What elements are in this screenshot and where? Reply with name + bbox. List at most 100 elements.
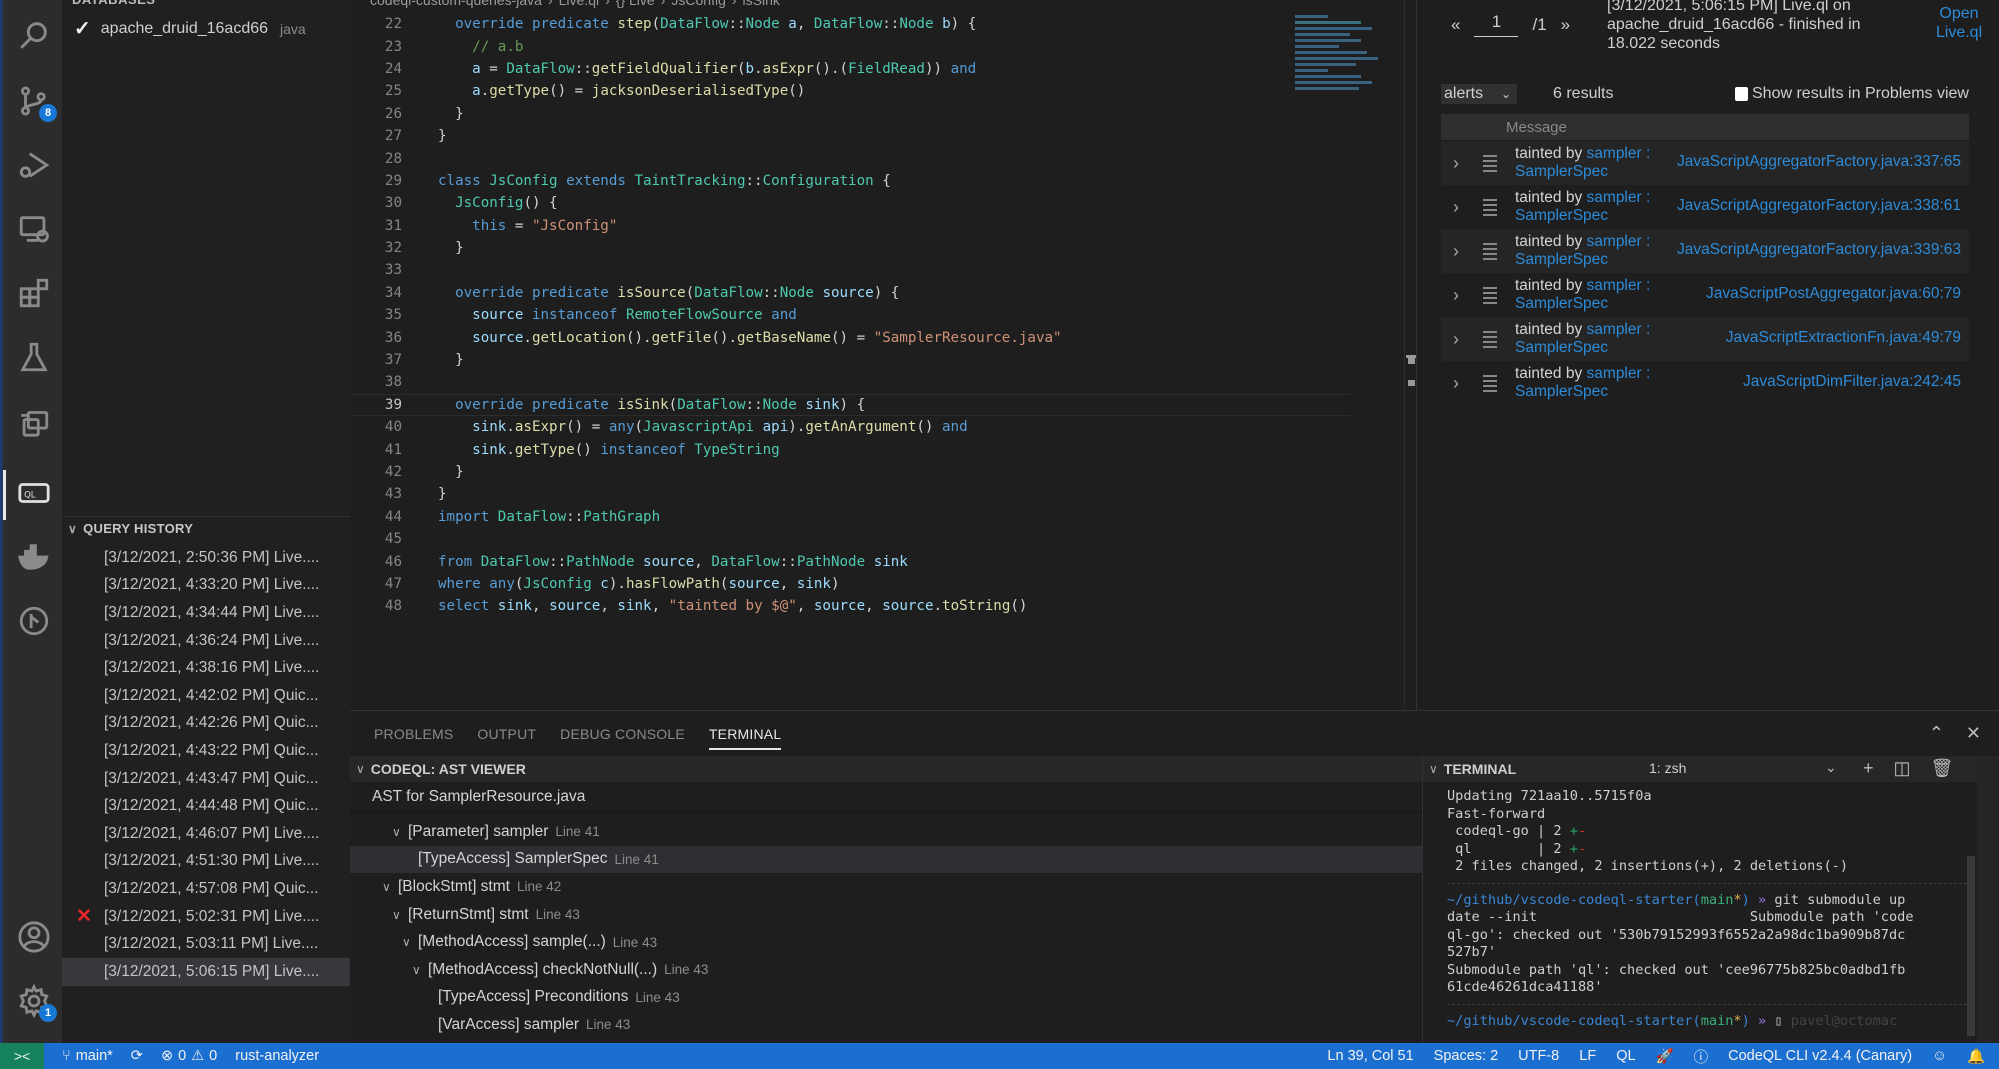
expand-chevron-icon[interactable]: › xyxy=(1445,329,1467,350)
expand-chevron-icon[interactable]: › xyxy=(1445,197,1467,218)
new-terminal-icon[interactable]: + xyxy=(1863,758,1874,779)
code-line[interactable]: 37 } xyxy=(350,349,1350,371)
gitlens-icon[interactable] xyxy=(15,602,53,640)
testing-flask-icon[interactable] xyxy=(15,338,53,376)
rocket-icon[interactable]: 🚀 xyxy=(1656,1048,1674,1065)
terminal-output[interactable]: Updating 721aa10..5715f0a Fast-forward c… xyxy=(1423,782,1999,1030)
code-line[interactable]: 23 // a.b xyxy=(350,35,1350,57)
account-icon[interactable] xyxy=(15,918,53,956)
tab-debug-console[interactable]: DEBUG CONSOLE xyxy=(560,711,685,756)
query-history-item[interactable]: [3/12/2021, 5:06:15 PM] Live.... xyxy=(62,957,350,986)
database-item[interactable]: ✓ apache_druid_16acd66 java xyxy=(74,16,306,41)
split-terminal-icon[interactable]: ◫ xyxy=(1894,758,1911,779)
expand-chevron-icon[interactable]: › xyxy=(1445,285,1467,306)
breadcrumb-item[interactable]: isSink xyxy=(743,0,780,8)
query-history-item[interactable]: [3/12/2021, 4:33:20 PM] Live.... xyxy=(62,572,350,600)
result-row[interactable]: › tainted by sampler : SamplerSpec JavaScr… xyxy=(1441,273,1969,317)
ast-viewer-header[interactable]: ∨ CODEQL: AST VIEWER xyxy=(350,756,1422,782)
chevron-down-icon[interactable]: ∨ xyxy=(402,935,418,949)
code-line[interactable]: 32 } xyxy=(350,237,1350,259)
minimap[interactable] xyxy=(1295,12,1405,117)
breadcrumb-item[interactable]: Live.ql xyxy=(559,0,599,8)
result-location-link[interactable]: JavaScriptDimFilter.java:242:45 xyxy=(1743,373,1961,391)
result-row[interactable]: › tainted by sampler : SamplerSpec JavaScr… xyxy=(1441,229,1969,273)
query-history-item[interactable]: [3/12/2021, 4:42:26 PM] Quic... xyxy=(62,710,350,738)
code-line[interactable]: 38 xyxy=(350,371,1350,393)
code-line[interactable]: 41 sink.getType() instanceof TypeString xyxy=(350,438,1350,460)
encoding[interactable]: UTF-8 xyxy=(1518,1048,1559,1064)
ast-node[interactable]: [TypeAccess] Preconditions Line 43 xyxy=(350,984,1422,1012)
code-line[interactable]: 24 a = DataFlow::getFieldQualifier(b.asE… xyxy=(350,58,1350,80)
run-debug-icon[interactable] xyxy=(15,146,53,184)
ast-node[interactable]: ∨ [MethodAccess] checkNotNull(...) Line 43 xyxy=(350,956,1422,984)
ast-node[interactable]: [TypeAccess] SamplerSpec Line 41 xyxy=(350,845,1422,874)
prev-page-button[interactable]: « xyxy=(1451,15,1460,35)
tab-output[interactable]: OUTPUT xyxy=(477,711,536,756)
chevron-down-icon[interactable]: ∨ xyxy=(412,963,428,977)
query-history-item[interactable]: [3/12/2021, 4:34:44 PM] Live.... xyxy=(62,599,350,627)
code-line[interactable]: 33 xyxy=(350,259,1350,281)
result-row[interactable]: › tainted by sampler : SamplerSpec JavaScr… xyxy=(1441,185,1969,229)
code-line[interactable]: 34 override predicate isSource(DataFlow:… xyxy=(350,282,1350,304)
code-line[interactable]: 35 source instanceof RemoteFlowSource an… xyxy=(350,304,1350,326)
checkbox[interactable] xyxy=(1735,87,1748,101)
remote-explorer-icon[interactable] xyxy=(15,210,53,248)
chevron-down-icon[interactable]: ⌄ xyxy=(1825,759,1837,776)
terminal-scrollbar[interactable] xyxy=(1967,856,1975,1036)
page-number-input[interactable]: 1 xyxy=(1474,12,1519,37)
query-history-item[interactable]: ✕ [3/12/2021, 5:02:31 PM] Live.... xyxy=(62,903,350,931)
query-history-item[interactable]: [3/12/2021, 4:43:47 PM] Quic... xyxy=(62,765,350,793)
language-mode[interactable]: QL xyxy=(1616,1048,1635,1064)
databases-header[interactable]: DATABASES xyxy=(72,0,155,7)
query-history-item[interactable]: [3/12/2021, 4:42:02 PM] Quic... xyxy=(62,682,350,710)
query-history-item[interactable]: [3/12/2021, 4:43:22 PM] Quic... xyxy=(62,737,350,765)
query-history-item[interactable]: [3/12/2021, 4:38:16 PM] Live.... xyxy=(62,654,350,682)
code-line[interactable]: 22 override predicate step(DataFlow::Nod… xyxy=(350,13,1350,35)
query-history-item[interactable]: [3/12/2021, 2:50:36 PM] Live.... xyxy=(62,544,350,572)
tab-problems[interactable]: PROBLEMS xyxy=(374,711,453,756)
result-location-link[interactable]: JavaScriptAggregatorFactory.java:339:63 xyxy=(1677,241,1961,259)
ast-node[interactable]: [VarAccess] sampler Line 43 xyxy=(350,1011,1422,1039)
message-column-header[interactable]: Message xyxy=(1441,114,1969,140)
notifications-bell-icon[interactable]: 🔔 xyxy=(1967,1048,1985,1065)
kill-terminal-icon[interactable]: 🗑 xyxy=(1931,758,1954,779)
maximize-panel-icon[interactable]: ⌃ xyxy=(1929,723,1944,744)
expand-chevron-icon[interactable]: › xyxy=(1445,153,1467,174)
open-query-link[interactable]: Open Live.ql xyxy=(1929,4,1989,42)
query-history-item[interactable]: [3/12/2021, 4:36:24 PM] Live.... xyxy=(62,627,350,655)
chevron-down-icon[interactable]: ∨ xyxy=(382,880,398,894)
query-history-item[interactable]: [3/12/2021, 4:44:48 PM] Quic... xyxy=(62,792,350,820)
expand-chevron-icon[interactable]: › xyxy=(1445,241,1467,262)
codeql-icon[interactable]: QL xyxy=(15,474,53,512)
code-line[interactable]: 31 this = "JsConfig" xyxy=(350,215,1350,237)
code-line[interactable]: 27} xyxy=(350,125,1350,147)
code-editor[interactable]: codeql-custom-queries-java › Live.ql › {} Li… xyxy=(350,0,1416,710)
codeql-cli-version[interactable]: CodeQL CLI v2.4.4 (Canary) xyxy=(1728,1048,1912,1064)
query-history-item[interactable]: [3/12/2021, 5:03:11 PM] Live.... xyxy=(62,930,350,958)
remote-indicator-icon[interactable]: >< xyxy=(0,1043,44,1069)
show-in-problems-checkbox[interactable]: Show results in Problems view xyxy=(1735,85,1969,103)
ast-node[interactable]: ∨ [MethodAccess] sample(...) Line 43 xyxy=(350,928,1422,956)
code-line[interactable]: 48 select sink, source, sink, "tainted by… xyxy=(350,595,1350,617)
feedback-icon[interactable]: ☺ xyxy=(1932,1048,1947,1064)
chevron-down-icon[interactable]: ∨ xyxy=(392,825,408,839)
end-of-line[interactable]: LF xyxy=(1579,1048,1596,1064)
result-row[interactable]: › tainted by sampler : SamplerSpec JavaScr… xyxy=(1441,141,1969,185)
result-row[interactable]: › tainted by sampler : SamplerSpec JavaScr… xyxy=(1441,317,1969,361)
code-line[interactable]: 45 xyxy=(350,528,1350,550)
next-page-button[interactable]: » xyxy=(1561,15,1570,35)
cursor-position[interactable]: Ln 39, Col 51 xyxy=(1327,1048,1413,1064)
chevron-down-icon[interactable]: ∨ xyxy=(392,908,408,922)
code-line[interactable]: 26 } xyxy=(350,103,1350,125)
code-line[interactable]: 43} xyxy=(350,483,1350,505)
code-line[interactable]: 28 xyxy=(350,147,1350,169)
code-line[interactable]: 39 override predicate isSink(DataFlow::N… xyxy=(350,393,1350,417)
code-line[interactable]: 25 a.getType() = jacksonDeserialisedType… xyxy=(350,80,1350,102)
code-line[interactable]: 46 from DataFlow::PathNode source, DataFl… xyxy=(350,550,1350,572)
code-line[interactable]: 36 source.getLocation().getFile().getBas… xyxy=(350,326,1350,348)
tab-terminal[interactable]: TERMINAL xyxy=(708,711,782,756)
code-line[interactable]: 42 } xyxy=(350,461,1350,483)
editor-scrollbar[interactable] xyxy=(1404,0,1416,710)
breadcrumb-item[interactable]: JsConfig xyxy=(671,0,725,8)
code-line[interactable]: 47 where any(JsConfig c).hasFlowPath(sour… xyxy=(350,573,1350,595)
